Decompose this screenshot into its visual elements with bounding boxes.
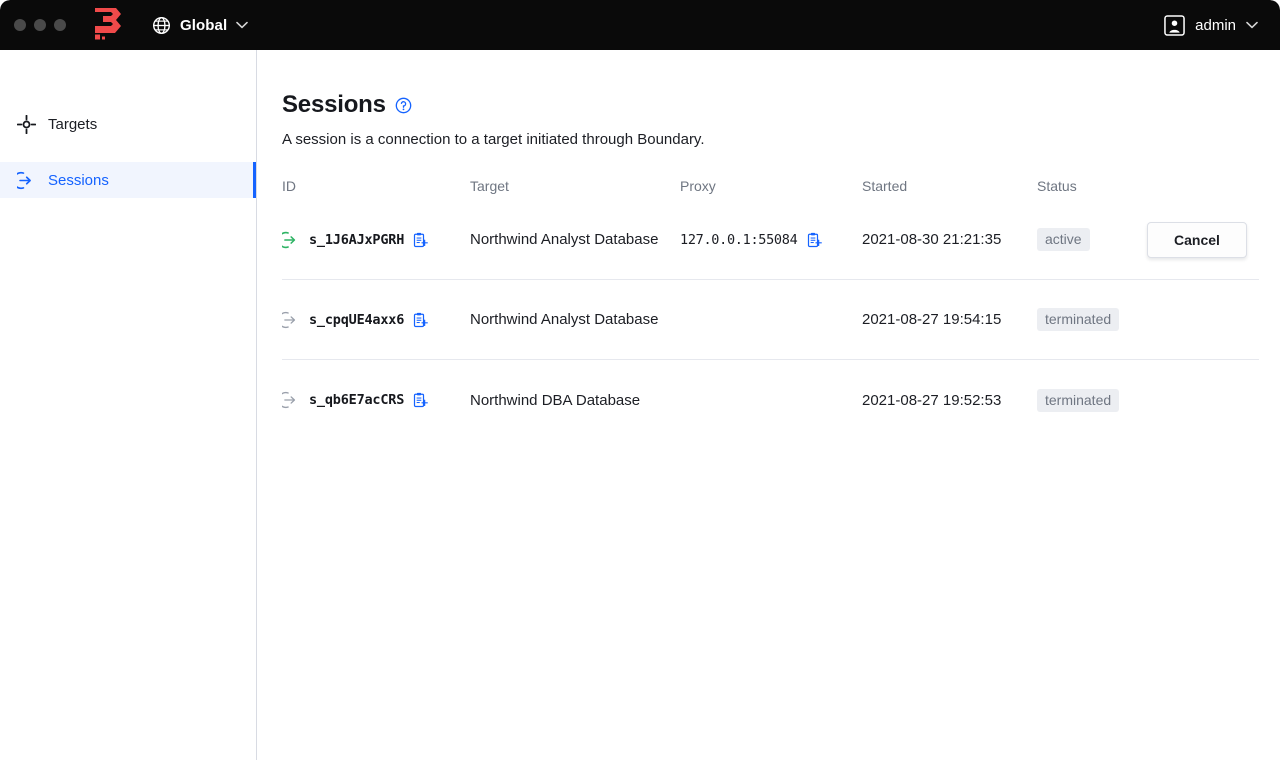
scope-selector[interactable]: Global — [152, 16, 249, 35]
target-crosshair-icon — [16, 114, 36, 134]
session-arrow-icon — [16, 170, 36, 190]
status-badge: active — [1037, 228, 1090, 251]
session-arrow-icon-active — [282, 231, 300, 249]
help-circle-icon[interactable] — [395, 97, 412, 114]
cell-target: Northwind Analyst Database — [470, 231, 659, 248]
window-maximize-button[interactable] — [54, 19, 66, 31]
app-window: Global admin Targets Sessions Sessions A… — [0, 0, 1280, 760]
globe-icon — [152, 16, 171, 35]
sessions-table: ID Target Proxy Started Status s_1J6AJxP… — [282, 172, 1259, 440]
copy-clipboard-icon[interactable] — [413, 392, 428, 408]
cell-started: 2021-08-27 19:54:15 — [862, 311, 1002, 328]
table-header-row: ID Target Proxy Started Status — [282, 172, 1259, 200]
proxy-address: 127.0.0.1:55084 — [680, 231, 798, 248]
cancel-button[interactable]: Cancel — [1147, 221, 1247, 258]
session-id[interactable]: s_1J6AJxPGRH — [309, 232, 404, 248]
user-avatar-icon — [1164, 14, 1185, 36]
table-row[interactable]: s_1J6AJxPGRH Northwind Analyst Database … — [282, 200, 1259, 280]
copy-clipboard-icon[interactable] — [413, 232, 428, 248]
page-header: Sessions A session is a connection to a … — [257, 50, 1280, 148]
top-bar: Global admin — [0, 0, 1280, 50]
cell-id: s_1J6AJxPGRH — [282, 231, 470, 249]
cell-proxy: 127.0.0.1:55084 — [680, 232, 862, 248]
cell-started: 2021-08-30 21:21:35 — [862, 231, 1002, 248]
chevron-down-icon — [1246, 21, 1258, 29]
main-content: Sessions A session is a connection to a … — [257, 50, 1280, 760]
status-badge: terminated — [1037, 388, 1120, 412]
cell-started: 2021-08-27 19:52:53 — [862, 391, 1002, 409]
cell-target: Northwind Analyst Database — [470, 311, 659, 328]
boundary-logo[interactable] — [84, 0, 130, 50]
page-title: Sessions — [282, 91, 386, 118]
copy-clipboard-icon[interactable] — [413, 312, 428, 328]
user-label: admin — [1195, 16, 1236, 34]
page-description: A session is a connection to a target in… — [282, 131, 705, 148]
sidebar-item-label: Targets — [48, 115, 98, 133]
cell-target: Northwind DBA Database — [470, 391, 641, 409]
cell-id: s_cpqUE4axx6 — [282, 311, 470, 329]
column-header-status: Status — [1037, 178, 1077, 194]
sidebar-item-targets[interactable]: Targets — [0, 106, 256, 142]
copy-clipboard-icon[interactable] — [807, 232, 823, 248]
window-close-button[interactable] — [14, 19, 26, 31]
column-header-id: ID — [282, 178, 296, 194]
window-minimize-button[interactable] — [34, 19, 46, 31]
session-id[interactable]: s_qb6E7acCRS — [309, 392, 404, 408]
cell-status: active — [1037, 228, 1147, 251]
cell-id: s_qb6E7acCRS — [282, 391, 470, 409]
session-arrow-icon-terminated — [282, 311, 300, 329]
session-arrow-icon-terminated — [282, 391, 300, 409]
scope-label: Global — [180, 16, 228, 34]
sidebar-item-label: Sessions — [48, 171, 109, 189]
chevron-down-icon — [236, 21, 249, 29]
table-row[interactable]: s_qb6E7acCRS Northwind DBA Database 2021… — [282, 360, 1259, 440]
cell-status: terminated — [1037, 388, 1147, 412]
sidebar: Targets Sessions — [0, 50, 257, 760]
cell-actions: Cancel — [1147, 221, 1271, 258]
cell-status: terminated — [1037, 308, 1147, 331]
column-header-started: Started — [862, 178, 908, 194]
user-menu[interactable]: admin — [1164, 0, 1258, 50]
sidebar-item-sessions[interactable]: Sessions — [0, 162, 256, 198]
column-header-target: Target — [470, 178, 509, 194]
window-traffic-lights — [0, 19, 66, 31]
table-row[interactable]: s_cpqUE4axx6 Northwind Analyst Database … — [282, 280, 1259, 360]
status-badge: terminated — [1037, 308, 1120, 331]
session-id[interactable]: s_cpqUE4axx6 — [309, 312, 404, 328]
column-header-proxy: Proxy — [680, 178, 716, 194]
title-row: Sessions — [282, 91, 1280, 119]
